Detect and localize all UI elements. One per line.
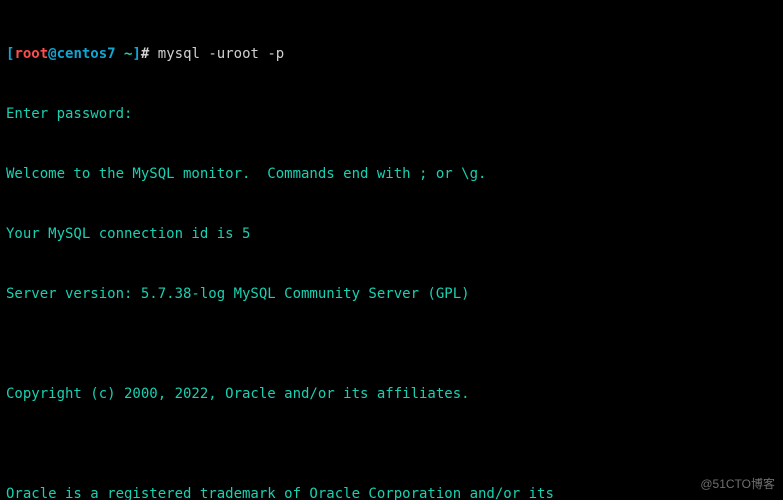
output-line: Enter password: [6, 104, 777, 124]
output-line: Copyright (c) 2000, 2022, Oracle and/or … [6, 384, 777, 404]
shell-prompt-line: [root@centos7 ~]# mysql -uroot -p [6, 44, 777, 64]
output-line: Welcome to the MySQL monitor. Commands e… [6, 164, 777, 184]
watermark-text: @51CTO博客 [700, 474, 775, 494]
output-line: Oracle is a registered trademark of Orac… [6, 484, 777, 500]
prompt-hash: # [141, 46, 158, 62]
output-line: Server version: 5.7.38-log MySQL Communi… [6, 284, 777, 304]
terminal-output[interactable]: [root@centos7 ~]# mysql -uroot -p Enter … [6, 4, 777, 500]
output-line: Your MySQL connection id is 5 [6, 224, 777, 244]
bracket-close: ] [132, 46, 140, 62]
shell-command: mysql -uroot -p [158, 46, 284, 62]
prompt-at: @ [48, 46, 56, 62]
prompt-host: centos7 [57, 46, 116, 62]
prompt-user: root [14, 46, 48, 62]
prompt-space [116, 46, 124, 62]
